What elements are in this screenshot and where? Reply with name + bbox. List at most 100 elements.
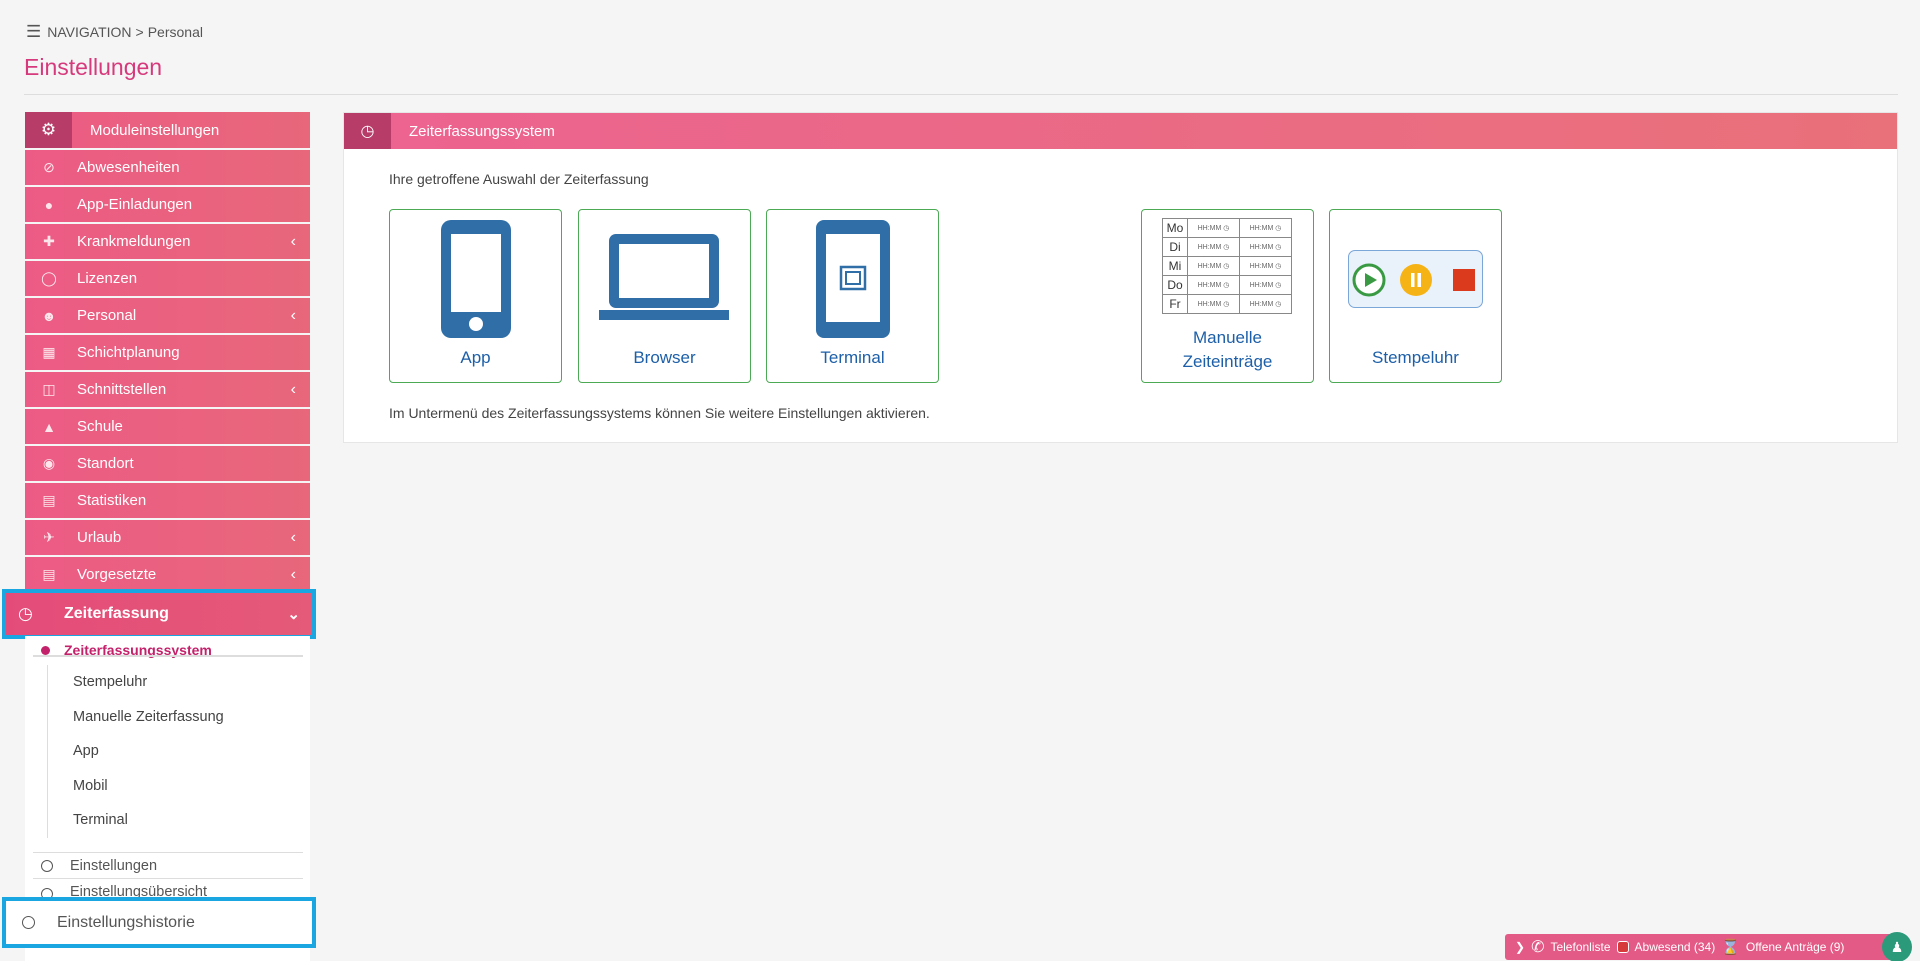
time-cell: HH:MM ◷ — [1187, 275, 1240, 295]
time-placeholder: HH:MM — [1249, 225, 1274, 232]
submenu-item-mobil[interactable]: Mobil — [48, 769, 224, 804]
sidebar-item-label: Urlaub — [77, 529, 122, 546]
manual-time-table: Mo HH:MM ◷ HH:MM ◷ Di HH:MM ◷ HH:MM ◷ Mi HH:M… — [1162, 218, 1292, 314]
sidebar-item-label: Krankmeldungen — [77, 233, 191, 250]
sidebar-item-personal[interactable]: ☻ Personal ‹ — [25, 298, 310, 333]
sidebar-item-label: Personal — [77, 307, 137, 324]
time-cell: HH:MM ◷ — [1239, 237, 1292, 257]
submenu-item-manuelle-zeiterfassung[interactable]: Manuelle Zeiterfassung — [48, 700, 224, 735]
bottom-statusbar: ❯ ✆ Telefonliste Abwesend (34) ⌛ Offene … — [1505, 934, 1897, 960]
chevron-left-icon: ‹ — [290, 528, 296, 546]
terminal-icon — [816, 220, 890, 338]
card-manual-label-line1: Manuelle — [1193, 328, 1262, 347]
sidebar-item-label: Lizenzen — [77, 270, 138, 287]
chevron-left-icon: ‹ — [290, 380, 296, 398]
panel-intro-text: Ihre getroffene Auswahl der Zeiterfassun… — [389, 171, 649, 187]
card-terminal-label: Terminal — [820, 348, 885, 367]
radio-icon — [22, 916, 35, 929]
calendar-icon: ▦ — [42, 344, 56, 360]
sidebar-header[interactable]: ⚙ Moduleinstellungen — [25, 112, 310, 148]
time-placeholder: HH:MM — [1197, 282, 1222, 289]
breadcrumb-separator: > — [135, 24, 144, 40]
zeiterfassungssystem-panel: ◷ Zeiterfassungssystem Ihre getroffene A… — [343, 112, 1898, 443]
sidebar-item-label: Statistiken — [77, 492, 147, 509]
avatar[interactable]: ♟ — [1882, 932, 1912, 961]
card-stempeluhr[interactable]: Stempeluhr — [1329, 209, 1502, 383]
statusbar-abwesend[interactable]: Abwesend (34) — [1635, 940, 1716, 954]
plane-icon: ✈ — [43, 529, 55, 545]
laptop-icon — [599, 234, 729, 320]
title-divider — [24, 94, 1898, 95]
sidebar-item-app-einladungen[interactable]: ● App-Einladungen — [25, 187, 310, 222]
radio-icon — [41, 860, 53, 872]
sidebar-item-schnittstellen[interactable]: ◫ Schnittstellen ‹ — [25, 372, 310, 407]
sidebar-item-krankmeldungen[interactable]: ✚ Krankmeldungen ‹ — [25, 224, 310, 259]
pause-icon — [1400, 264, 1432, 296]
page-title: Einstellungen — [24, 54, 163, 80]
sidebar-item-urlaub[interactable]: ✈ Urlaub ‹ — [25, 520, 310, 555]
time-cell: HH:MM ◷ — [1239, 218, 1292, 238]
time-cell: HH:MM ◷ — [1239, 275, 1292, 295]
time-cell: HH:MM ◷ — [1187, 237, 1240, 257]
active-dot-icon — [41, 646, 50, 655]
day-label: Di — [1162, 237, 1188, 257]
sidebar-header-label: Moduleinstellungen — [90, 121, 220, 139]
users-icon: ☻ — [41, 307, 57, 324]
card-app-label: App — [460, 348, 491, 367]
option-label: Einstellungen — [70, 858, 158, 874]
chevron-right-icon[interactable]: ❯ — [1515, 940, 1525, 954]
graduation-icon: ▲ — [42, 418, 56, 435]
divider — [33, 655, 303, 657]
submenu-item-stempeluhr[interactable]: Stempeluhr — [48, 665, 224, 700]
chevron-left-icon: ‹ — [290, 232, 296, 250]
option-einstellungshistorie[interactable]: Einstellungshistorie — [2, 897, 316, 948]
sidebar-item-schichtplanung[interactable]: ▦ Schichtplanung — [25, 335, 310, 370]
time-cell: HH:MM ◷ — [1187, 256, 1240, 276]
time-placeholder: HH:MM — [1197, 301, 1222, 308]
divider — [33, 852, 303, 853]
sidebar-item-vorgesetzte[interactable]: ▤ Vorgesetzte ‹ — [25, 557, 310, 592]
time-placeholder: HH:MM — [1249, 282, 1274, 289]
sidebar-item-abwesenheiten[interactable]: ⊘ Abwesenheiten — [25, 150, 310, 185]
menu-icon[interactable]: ☰ — [26, 22, 41, 42]
sidebar: ⚙ Moduleinstellungen ⊘ Abwesenheiten ● App-… — [25, 112, 310, 592]
divider — [33, 878, 303, 879]
time-placeholder: HH:MM — [1249, 263, 1274, 270]
option-einstellungen[interactable]: Einstellungen — [41, 858, 157, 874]
card-manuelle-zeiteintraege[interactable]: Mo HH:MM ◷ HH:MM ◷ Di HH:MM ◷ HH:MM ◷ Mi HH:M… — [1141, 209, 1314, 383]
card-browser[interactable]: Browser — [578, 209, 751, 383]
day-label: Mo — [1162, 218, 1188, 238]
sidebar-item-label: Schule — [77, 418, 123, 435]
day-label: Mi — [1162, 256, 1188, 276]
card-app[interactable]: App — [389, 209, 562, 383]
sidebar-item-statistiken[interactable]: ▤ Statistiken — [25, 483, 310, 518]
day-label: Do — [1162, 275, 1188, 295]
panel-header: ◷ Zeiterfassungssystem — [344, 113, 1897, 149]
submenu-item-app[interactable]: App — [48, 734, 224, 769]
sidebar-item-label: App-Einladungen — [77, 196, 193, 213]
time-placeholder: HH:MM — [1249, 244, 1274, 251]
day-label: Fr — [1162, 294, 1188, 314]
breadcrumb: ☰ NAVIGATION > Personal — [26, 22, 203, 42]
statusbar-telefonliste[interactable]: Telefonliste — [1550, 940, 1610, 954]
time-cell: HH:MM ◷ — [1239, 256, 1292, 276]
option-einstellungsuebersicht[interactable]: Einstellungsübersicht — [41, 884, 207, 898]
medical-icon: ✚ — [43, 233, 55, 249]
chart-icon: ▤ — [42, 566, 56, 582]
smartphone-icon — [441, 220, 511, 338]
statusbar-offene-antraege[interactable]: Offene Anträge (9) — [1746, 940, 1845, 954]
panel-title: Zeiterfassungssystem — [409, 122, 555, 140]
submenu-item-terminal[interactable]: Terminal — [48, 803, 224, 838]
sidebar-item-zeiterfassung[interactable]: ◷ Zeiterfassung ⌄ — [2, 589, 316, 639]
phone-icon: ✆ — [1531, 939, 1545, 956]
chevron-left-icon: ‹ — [290, 565, 296, 583]
card-terminal[interactable]: Terminal — [766, 209, 939, 383]
hourglass-icon: ⌛ — [1721, 939, 1740, 956]
sidebar-item-lizenzen[interactable]: ◯ Lizenzen — [25, 261, 310, 296]
chevron-left-icon: ‹ — [290, 306, 296, 324]
sidebar-item-label: Schichtplanung — [77, 344, 180, 361]
sidebar-item-standort[interactable]: ◉ Standort — [25, 446, 310, 481]
circle-icon: ◯ — [41, 270, 57, 286]
sidebar-item-schule[interactable]: ▲ Schule — [25, 409, 310, 444]
breadcrumb-nav[interactable]: NAVIGATION — [47, 24, 131, 40]
